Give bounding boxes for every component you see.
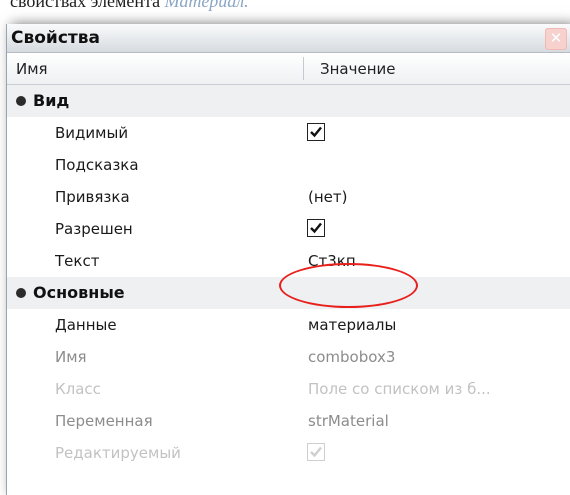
property-value[interactable]: Поле со списком из б...: [308, 380, 491, 398]
property-value[interactable]: strMaterial: [308, 412, 389, 430]
property-name: Данные: [55, 316, 117, 334]
property-row-editable[interactable]: Редактируемый: [7, 437, 570, 469]
grid-header: Имя Значение: [7, 53, 570, 85]
property-row-enabled[interactable]: Разрешен: [7, 213, 570, 245]
property-row-class[interactable]: Класс Поле со списком из б...: [7, 373, 570, 405]
property-value[interactable]: (нет): [308, 188, 347, 206]
close-icon: ✕: [549, 29, 563, 47]
enabled-checkbox[interactable]: [307, 219, 325, 237]
checkmark-icon: [310, 446, 322, 458]
highlight-ellipse: [279, 263, 418, 308]
close-button[interactable]: ✕: [545, 28, 567, 50]
property-value[interactable]: combobox3: [308, 348, 395, 366]
column-header-name[interactable]: Имя: [16, 60, 48, 78]
caption-text: свойствах элемента: [10, 0, 161, 11]
panel-titlebar: Свойства ✕: [7, 24, 570, 53]
property-name: Видимый: [55, 124, 129, 142]
category-bullet-icon: [16, 96, 26, 106]
property-row-binding[interactable]: Привязка (нет): [7, 181, 570, 213]
property-row-visible[interactable]: Видимый: [7, 117, 570, 149]
figure-caption: свойствах элемента Материал.: [10, 0, 249, 11]
column-splitter[interactable]: [303, 57, 304, 80]
property-name: Разрешен: [55, 220, 133, 238]
category-bullet-icon: [16, 288, 26, 298]
property-row-name[interactable]: Имя combobox3: [7, 341, 570, 373]
property-row-tooltip[interactable]: Подсказка: [7, 149, 570, 181]
visible-checkbox[interactable]: [307, 123, 325, 141]
caption-emphasis: Материал.: [164, 0, 249, 11]
property-name: Подсказка: [55, 156, 139, 174]
property-name: Редактируемый: [55, 444, 181, 462]
property-name: Имя: [55, 348, 87, 366]
editable-checkbox[interactable]: [307, 443, 325, 461]
category-label: Вид: [33, 91, 70, 110]
property-row-data[interactable]: Данные материалы: [7, 309, 570, 341]
property-name: Класс: [55, 380, 101, 398]
property-row-text[interactable]: Текст Ст3кп: [7, 245, 570, 277]
property-value[interactable]: материалы: [308, 316, 396, 334]
column-header-value[interactable]: Значение: [320, 60, 396, 78]
checkmark-icon: [310, 222, 322, 234]
checkmark-icon: [310, 126, 322, 138]
category-view[interactable]: Вид: [7, 85, 570, 117]
properties-panel: Свойства ✕ Имя Значение Вид Видимый Подс…: [6, 24, 570, 495]
panel-title: Свойства: [11, 28, 100, 48]
property-name: Текст: [55, 252, 100, 270]
category-label: Основные: [33, 283, 125, 302]
property-name: Привязка: [55, 188, 130, 206]
property-name: Переменная: [55, 412, 153, 430]
property-row-variable[interactable]: Переменная strMaterial: [7, 405, 570, 437]
